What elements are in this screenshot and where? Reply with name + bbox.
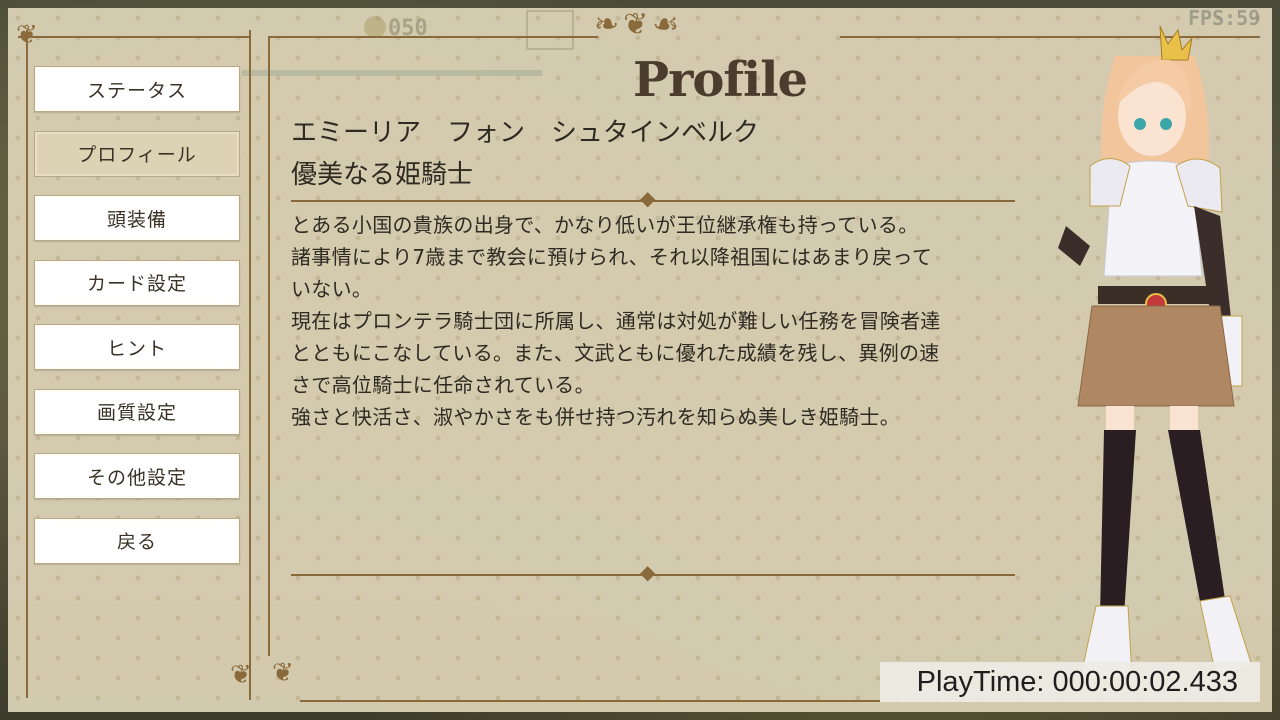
description-line: さで高位騎士に任命されている。 — [291, 373, 595, 397]
left-frame-top — [18, 36, 250, 38]
profile-heading: Profile — [632, 52, 808, 108]
menu-button-back[interactable]: 戻る — [34, 517, 240, 564]
menu-button-status[interactable]: ステータス — [34, 66, 240, 112]
description-line: とある小国の貴族の出身で、かなり低いが王位継承権も持っている。 — [291, 213, 919, 237]
corner-ornament-top-left: ❦ — [16, 20, 38, 50]
right-frame-top — [268, 36, 598, 38]
left-frame-left — [26, 30, 28, 698]
description-line: 現在はプロンテラ騎士団に所属し、通常は対処が難しい任務を冒険者達 — [291, 309, 941, 333]
character-title: 優美なる姫騎士 — [291, 160, 474, 190]
menu-button-label: その他設定 — [86, 466, 187, 489]
menu-button-label: 頭装備 — [106, 208, 167, 231]
menu-button-graphics-settings[interactable]: 画質設定 — [34, 388, 240, 435]
corner-ornament-bottom-left: ❦ — [230, 660, 252, 690]
menu-button-label: プロフィール — [77, 144, 197, 166]
crown-icon — [1159, 25, 1193, 61]
side-menu: ステータス プロフィール 頭装備 カード設定 ヒント 画質設定 その他設定 戻る — [34, 66, 242, 582]
character-description: とある小国の貴族の出身で、かなり低いが王位継承権も持っている。 諸事情により7歳… — [291, 209, 1031, 433]
menu-button-profile[interactable]: プロフィール — [34, 130, 240, 177]
right-frame-left — [268, 36, 270, 656]
menu-button-hints[interactable]: ヒント — [34, 324, 240, 370]
menu-button-label: 画質設定 — [96, 402, 177, 424]
menu-button-label: ヒント — [106, 337, 167, 360]
divider-diamond-ornament-2: ◆ — [640, 560, 656, 584]
menu-button-other-settings[interactable]: その他設定 — [34, 453, 240, 499]
description-line: とともにこなしている。また、文武ともに優れた成績を残し、異例の速 — [291, 341, 940, 365]
hud-item-slot — [526, 10, 574, 50]
character-portrait — [1058, 25, 1253, 681]
frame-bottom — [300, 700, 880, 702]
coin-icon — [364, 16, 386, 38]
menu-button-label: カード設定 — [86, 273, 187, 295]
menu-button-head-equipment[interactable]: 頭装備 — [34, 195, 240, 241]
description-line: 強さと快活さ、淑やかさをも併せ持つ汚れを知らぬ美しき姫騎士。 — [291, 405, 900, 429]
title-flourish-ornament: ❧❦☙ — [594, 7, 684, 42]
menu-button-label: ステータス — [86, 79, 187, 102]
menu-button-card-settings[interactable]: カード設定 — [34, 259, 240, 306]
description-line: 諸事情により7歳まで教会に預けられ、それ以降祖国にはあまり戻って — [291, 245, 933, 269]
playtime-display: PlayTime: 000:00:02.433 — [880, 662, 1260, 702]
hud-hp-bar — [242, 70, 542, 76]
menu-button-label: 戻る — [116, 531, 157, 553]
description-line: いない。 — [291, 277, 373, 301]
character-name: エミーリア フォン シュタインベルク — [291, 118, 760, 148]
left-frame-right — [249, 30, 251, 700]
divider-diamond-ornament: ◆ — [640, 186, 656, 210]
corner-ornament-bottom-right-panel: ❦ — [272, 658, 294, 688]
